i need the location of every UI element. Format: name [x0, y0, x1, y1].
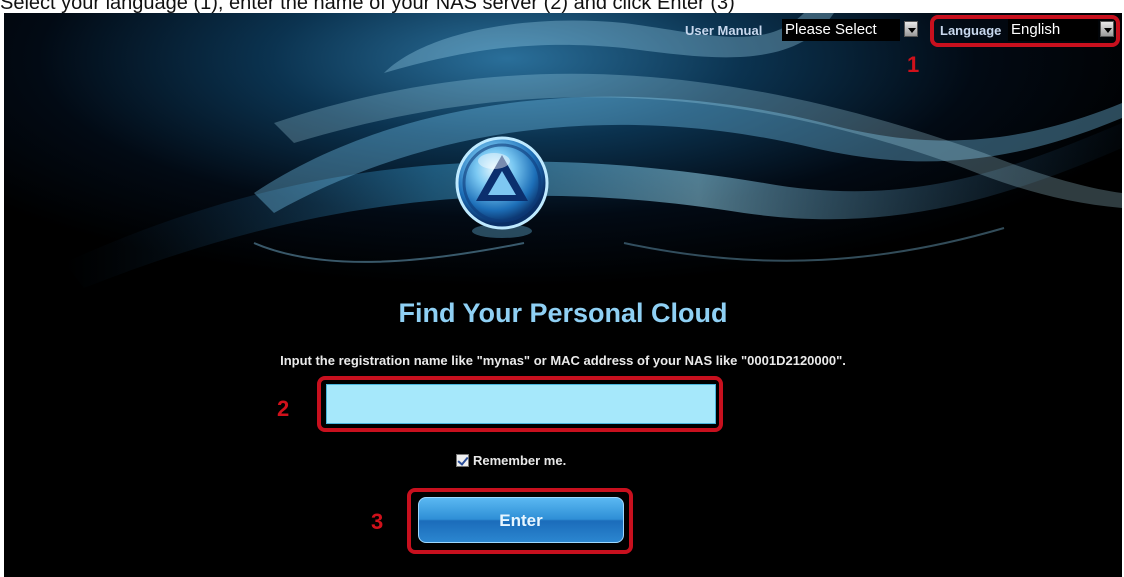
app-logo-icon	[455, 136, 549, 238]
user-manual-label: User Manual	[685, 23, 763, 38]
callout-number-2: 2	[277, 396, 290, 421]
page-title: Find Your Personal Cloud	[398, 298, 728, 328]
callout-box-input	[317, 376, 723, 432]
remember-me-option[interactable]: Remember me.	[456, 453, 566, 468]
user-manual-select[interactable]: Please Select	[782, 19, 900, 41]
instruction-caption: Select your language (1), enter the name…	[0, 0, 735, 14]
callout-box-enter	[407, 488, 633, 554]
login-screen: User Manual Please Select Language Engli…	[4, 13, 1122, 577]
chevron-down-icon[interactable]	[904, 21, 918, 37]
callout-number-1: 1	[907, 52, 920, 77]
callout-box-language	[930, 15, 1120, 47]
instruction-text: Input the registration name like "mynas"…	[280, 353, 846, 368]
remember-me-label: Remember me.	[473, 453, 567, 468]
callout-number-3: 3	[371, 509, 384, 534]
checkbox-checked-icon[interactable]	[456, 454, 469, 467]
